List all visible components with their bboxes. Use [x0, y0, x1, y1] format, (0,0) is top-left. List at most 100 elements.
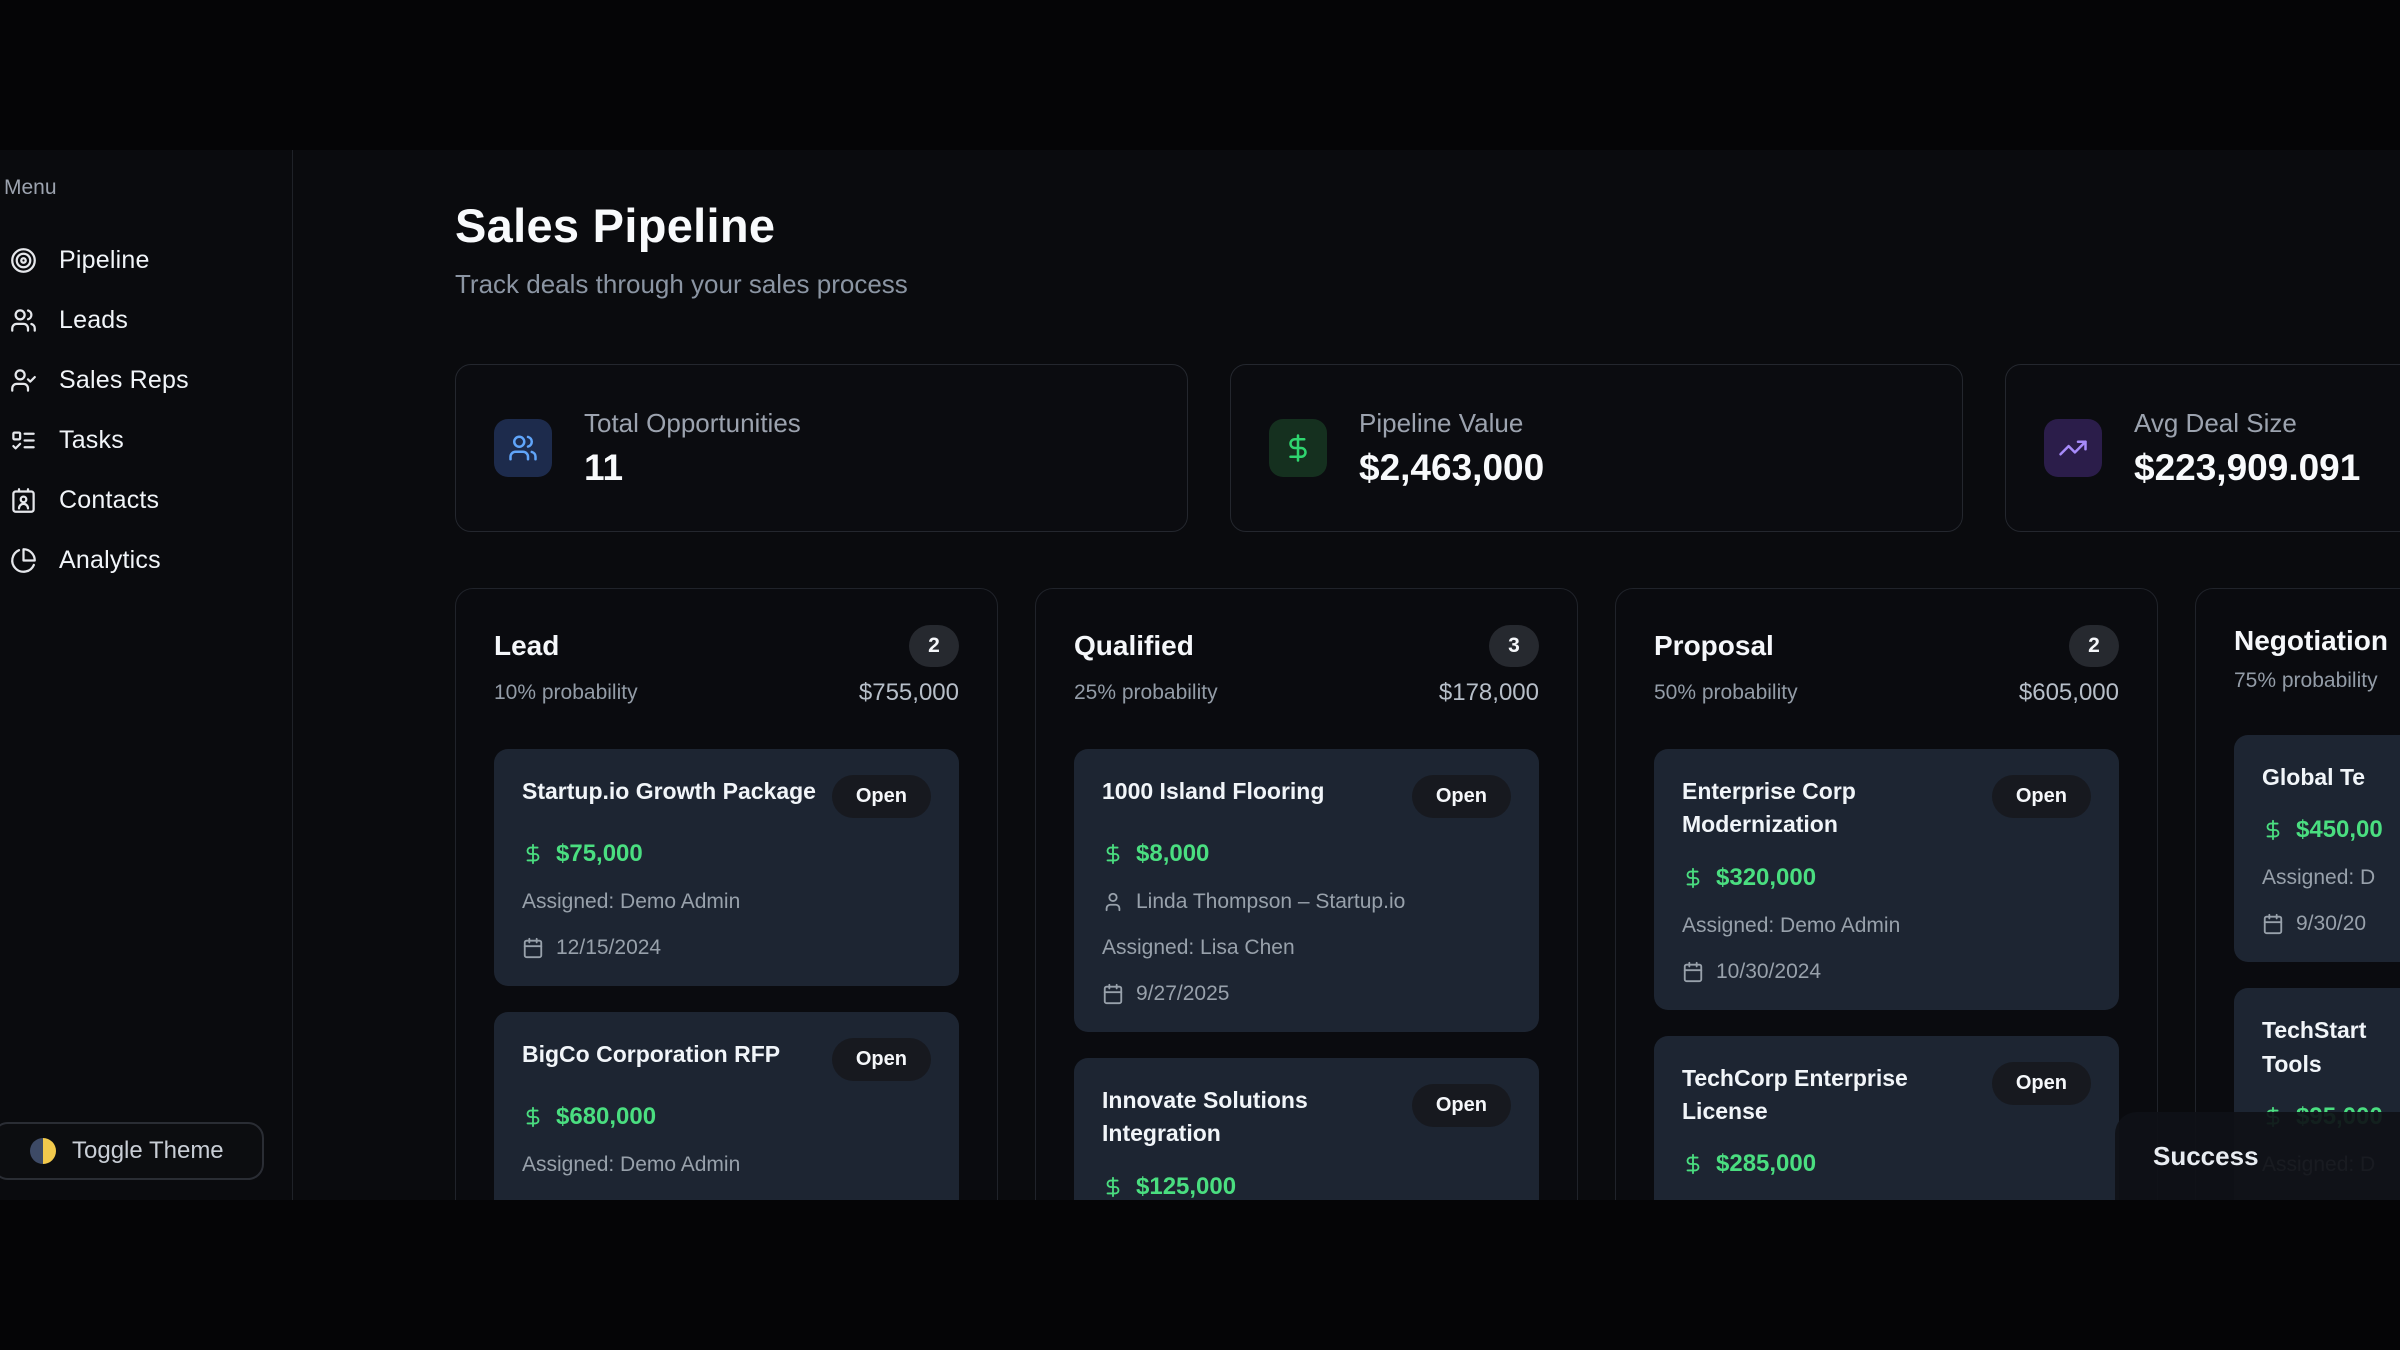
dollar-icon	[522, 1106, 544, 1128]
users-icon	[10, 307, 37, 334]
toggle-theme-label: Toggle Theme	[72, 1137, 224, 1165]
calendar-icon	[1102, 983, 1124, 1005]
deal-title: 1000 Island Flooring	[1102, 775, 1324, 808]
app-window: Menu Pipeline Leads Sales Reps Tasks Con…	[0, 150, 2400, 1200]
status-badge: Open	[1412, 1084, 1511, 1127]
users-icon	[494, 419, 552, 477]
dollar-icon	[1102, 1176, 1124, 1198]
column-title: Lead	[494, 630, 559, 662]
column-total: $605,000	[2019, 679, 2119, 707]
deal-title: Innovate Solutions Integration	[1102, 1084, 1398, 1151]
stats-row: Total Opportunities 11 Pipeline Value $2…	[455, 364, 2400, 532]
dollar-icon	[2262, 819, 2284, 841]
deal-card[interactable]: 1000 Island Flooring Open $8,000 Linda T…	[1074, 749, 1539, 1032]
dollar-icon	[1102, 843, 1124, 865]
deal-assigned: Assigned: Demo Admin	[1682, 914, 1900, 938]
deal-value: $8,000	[1136, 840, 1209, 868]
dollar-icon	[522, 843, 544, 865]
column-total: $755,000	[859, 679, 959, 707]
deal-card[interactable]: Startup.io Growth Package Open $75,000 A…	[494, 749, 959, 986]
sidebar-item-contacts[interactable]: Contacts	[2, 470, 292, 530]
stat-label: Pipeline Value	[1359, 408, 1544, 439]
deal-card[interactable]: BigCo Corporation RFP Open $680,000 Assi…	[494, 1012, 959, 1200]
column-total: $178,000	[1439, 679, 1539, 707]
status-badge: Open	[1412, 775, 1511, 818]
list-todo-icon	[10, 427, 37, 454]
column-title: Proposal	[1654, 630, 1774, 662]
deal-assigned: Assigned: Demo Admin	[522, 1153, 740, 1177]
status-badge: Open	[832, 1038, 931, 1081]
deal-title: Enterprise Corp Modernization	[1682, 775, 1978, 842]
deal-date: 9/27/2025	[1136, 982, 1229, 1006]
calendar-icon	[2262, 913, 2284, 935]
dollar-icon	[1682, 867, 1704, 889]
toast-title: Success	[2153, 1141, 2259, 1172]
sidebar-item-label: Contacts	[59, 486, 159, 515]
deal-date: 10/30/2024	[1716, 960, 1821, 984]
calendar-icon	[1682, 961, 1704, 983]
sidebar-item-analytics[interactable]: Analytics	[2, 530, 292, 590]
sidebar-item-tasks[interactable]: Tasks	[2, 410, 292, 470]
deal-title: TechStart Tools	[2262, 1014, 2366, 1081]
sidebar-item-sales-reps[interactable]: Sales Reps	[2, 350, 292, 410]
success-toast[interactable]: Success	[2115, 1112, 2400, 1200]
user-icon	[1102, 891, 1124, 913]
status-badge: Open	[832, 775, 931, 818]
column-count-badge: 2	[2069, 625, 2119, 667]
page-header: Sales Pipeline Track deals through your …	[455, 198, 2400, 300]
moon-icon	[30, 1138, 56, 1164]
sidebar-item-label: Tasks	[59, 426, 124, 455]
stat-label: Avg Deal Size	[2134, 408, 2360, 439]
stat-value: $2,463,000	[1359, 447, 1544, 489]
deal-assigned: Assigned: Demo Admin	[522, 890, 740, 914]
deal-date: 9/30/20	[2296, 912, 2366, 936]
dollar-icon	[1682, 1153, 1704, 1175]
deal-title: Startup.io Growth Package	[522, 775, 816, 808]
calendar-icon	[522, 937, 544, 959]
column-probability: 25% probability	[1074, 681, 1218, 705]
deal-value: $75,000	[556, 840, 643, 868]
user-check-icon	[10, 367, 37, 394]
deal-card[interactable]: Global Te $450,00 Assigned: D	[2234, 735, 2400, 962]
sidebar-item-label: Sales Reps	[59, 366, 189, 395]
deal-date: 12/15/2024	[556, 936, 661, 960]
column-probability: 10% probability	[494, 681, 638, 705]
sidebar-item-label: Pipeline	[59, 246, 150, 275]
trending-up-icon	[2044, 419, 2102, 477]
deal-value: $125,000	[1136, 1173, 1236, 1200]
page-subtitle: Track deals through your sales process	[455, 269, 908, 300]
stat-value: 11	[584, 447, 801, 489]
menu-section-label: Menu	[4, 176, 292, 200]
column-probability: 75% probability	[2234, 669, 2378, 693]
deal-card[interactable]: TechCorp Enterprise License Open $285,00…	[1654, 1036, 2119, 1200]
stat-card-total-opportunities: Total Opportunities 11	[455, 364, 1188, 532]
status-badge: Open	[1992, 1062, 2091, 1105]
contact-card-icon	[10, 487, 37, 514]
sidebar: Menu Pipeline Leads Sales Reps Tasks Con…	[0, 150, 293, 1200]
column-title: Negotiation	[2234, 625, 2388, 657]
deal-card[interactable]: Enterprise Corp Modernization Open $320,…	[1654, 749, 2119, 1010]
deal-value: $450,00	[2296, 816, 2383, 844]
sidebar-item-label: Leads	[59, 306, 128, 335]
toggle-theme-button[interactable]: Toggle Theme	[0, 1122, 264, 1180]
column-qualified: Qualified 3 25% probability $178,000 100…	[1035, 588, 1578, 1200]
column-count-badge: 3	[1489, 625, 1539, 667]
column-title: Qualified	[1074, 630, 1194, 662]
deal-card[interactable]: Innovate Solutions Integration Open $125…	[1074, 1058, 1539, 1200]
deal-title: BigCo Corporation RFP	[522, 1038, 780, 1071]
column-proposal: Proposal 2 50% probability $605,000 Ente…	[1615, 588, 2158, 1200]
column-lead: Lead 2 10% probability $755,000 Startup.…	[455, 588, 998, 1200]
column-negotiation: Negotiation 75% probability Global Te	[2195, 588, 2400, 1200]
sidebar-item-leads[interactable]: Leads	[2, 290, 292, 350]
deal-value: $680,000	[556, 1103, 656, 1131]
column-probability: 50% probability	[1654, 681, 1798, 705]
sidebar-item-pipeline[interactable]: Pipeline	[2, 230, 292, 290]
deal-assigned: Assigned: Lisa Chen	[1102, 936, 1295, 960]
target-icon	[10, 247, 37, 274]
dollar-icon	[1269, 419, 1327, 477]
deal-assigned: Assigned: D	[2262, 866, 2375, 890]
deal-value: $285,000	[1716, 1150, 1816, 1178]
page-title: Sales Pipeline	[455, 198, 908, 253]
stat-card-avg-deal-size: Avg Deal Size $223,909.091	[2005, 364, 2400, 532]
deal-title: Global Te	[2262, 761, 2365, 794]
